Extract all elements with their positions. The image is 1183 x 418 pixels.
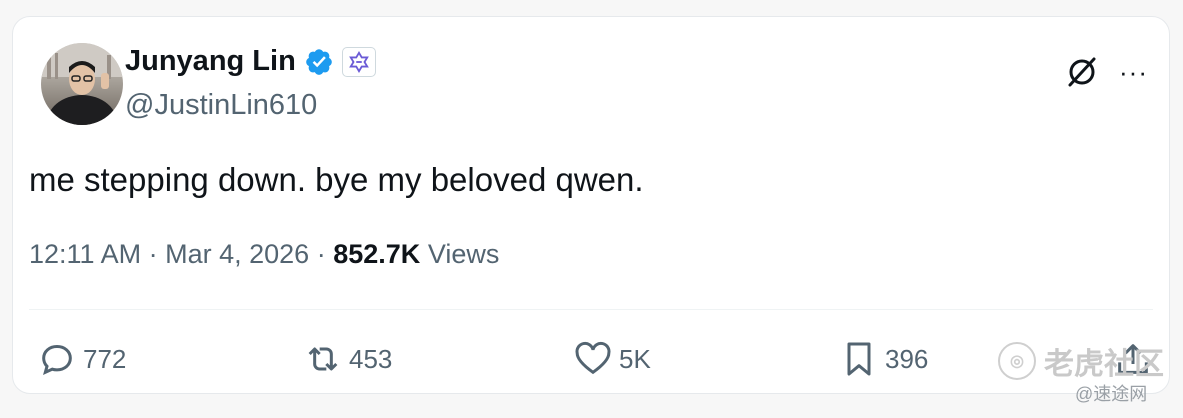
reply-icon xyxy=(42,344,72,376)
bookmark-count: 396 xyxy=(885,343,929,374)
bookmark-button[interactable]: 396 xyxy=(839,339,928,379)
repost-icon xyxy=(308,347,338,371)
tweet-text: me stepping down. bye my beloved qwen. xyxy=(29,161,644,198)
views-label: Views xyxy=(427,239,500,269)
views-count: 852.7K xyxy=(333,239,421,269)
tweet-date[interactable]: Mar 4, 2026 xyxy=(165,239,309,269)
like-button[interactable]: 5K xyxy=(573,339,651,379)
author-row: Junyang Lin xyxy=(125,45,376,78)
reply-button[interactable]: 772 xyxy=(37,339,126,379)
more-icon[interactable]: ··· xyxy=(1119,57,1148,88)
watermark-logo-icon: ◎ xyxy=(998,342,1036,380)
watermark-brand: 老虎社区 xyxy=(1044,348,1164,381)
repost-button[interactable]: 453 xyxy=(303,339,392,379)
divider xyxy=(29,309,1153,310)
watermark: ◎ 老虎社区 xyxy=(998,339,1164,383)
author-name[interactable]: Junyang Lin xyxy=(125,45,296,78)
like-count: 5K xyxy=(619,343,651,374)
bookmark-icon xyxy=(847,342,871,376)
repost-count: 453 xyxy=(349,343,393,374)
tweet-time[interactable]: 12:11 AM xyxy=(29,239,141,269)
tweet-meta: 12:11 AM · Mar 4, 2026 · 852.7K Views xyxy=(29,239,499,270)
avatar[interactable] xyxy=(41,43,123,125)
like-icon xyxy=(575,341,611,375)
watermark-source: @速途网 xyxy=(1075,384,1148,404)
grok-icon[interactable] xyxy=(1065,55,1099,89)
meta-separator: · xyxy=(316,239,326,269)
tweet-card: Junyang Lin @JustinLin610 ··· me steppin… xyxy=(12,16,1170,394)
verified-badge-icon xyxy=(305,48,332,75)
author-handle[interactable]: @JustinLin610 xyxy=(125,89,317,122)
reply-count: 772 xyxy=(83,343,127,374)
meta-separator: · xyxy=(148,239,158,269)
affiliate-qwen-icon[interactable] xyxy=(341,46,376,77)
